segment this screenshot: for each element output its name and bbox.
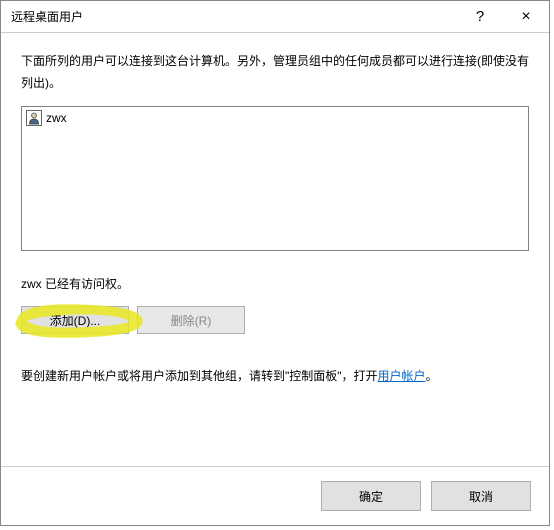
add-button-label: 添加(D)... xyxy=(50,314,101,328)
users-listbox[interactable]: zwx xyxy=(21,106,529,251)
ok-button-label: 确定 xyxy=(359,490,383,504)
help-text: 要创建新用户帐户或将用户添加到其他组，请转到"控制面板"，打开用户帐户。 xyxy=(21,366,529,388)
description-text: 下面所列的用户可以连接到这台计算机。另外，管理员组中的任何成员都可以进行连接(即… xyxy=(21,51,529,94)
close-button[interactable]: × xyxy=(503,1,549,33)
cancel-button-label: 取消 xyxy=(469,490,493,504)
titlebar: 远程桌面用户 ? × xyxy=(1,1,549,33)
remove-button[interactable]: 删除(R) xyxy=(137,306,245,334)
ok-button[interactable]: 确定 xyxy=(321,481,421,511)
user-buttons-row: 添加(D)... 删除(R) xyxy=(21,306,529,334)
user-icon xyxy=(26,110,42,126)
dialog-footer: 确定 取消 xyxy=(1,466,549,525)
add-button[interactable]: 添加(D)... xyxy=(21,306,129,334)
close-icon: × xyxy=(521,8,530,26)
list-item[interactable]: zwx xyxy=(24,109,526,127)
window-title: 远程桌面用户 xyxy=(11,8,457,25)
user-name: zwx xyxy=(46,111,67,125)
help-button[interactable]: ? xyxy=(457,1,503,33)
cancel-button[interactable]: 取消 xyxy=(431,481,531,511)
remove-button-label: 删除(R) xyxy=(171,314,212,328)
user-accounts-link[interactable]: 用户帐户 xyxy=(378,369,426,383)
remote-desktop-users-dialog: 远程桌面用户 ? × 下面所列的用户可以连接到这台计算机。另外，管理员组中的任何… xyxy=(0,0,550,526)
link-suffix: 。 xyxy=(426,369,438,383)
link-prefix: 要创建新用户帐户或将用户添加到其他组，请转到"控制面板"，打开 xyxy=(21,369,378,383)
dialog-content: 下面所列的用户可以连接到这台计算机。另外，管理员组中的任何成员都可以进行连接(即… xyxy=(1,33,549,466)
help-icon: ? xyxy=(476,8,484,25)
access-status-text: zwx 已经有访问权。 xyxy=(21,275,529,292)
